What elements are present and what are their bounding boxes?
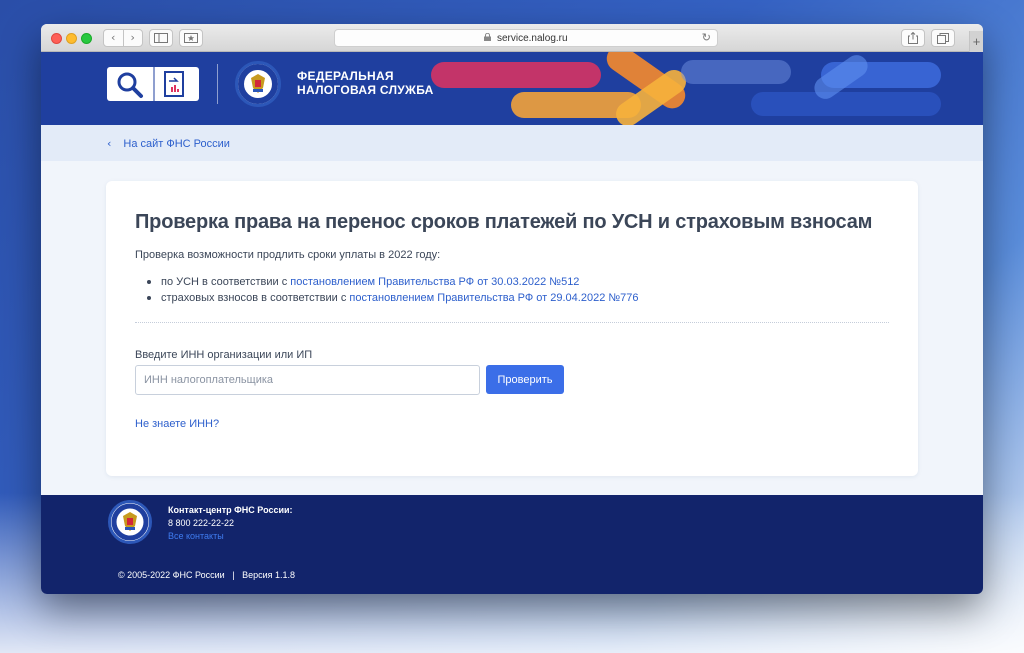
- lock-icon: [484, 32, 494, 43]
- reload-icon[interactable]: ↻: [702, 30, 711, 46]
- check-form-card: Проверка права на перенос сроков платеже…: [106, 181, 918, 476]
- share-button[interactable]: [901, 29, 925, 47]
- browser-toolbar: ‹ › service.nalog.ru ↻ +: [41, 24, 983, 52]
- regulation-776-link[interactable]: постановлением Правительства РФ от 29.04…: [349, 292, 638, 304]
- search-document-icon: [117, 67, 184, 101]
- site-footer: Контакт-центр ФНС России: 8 800 222-22-2…: [41, 495, 983, 594]
- org-name-line2: НАЛОГОВАЯ СЛУЖБА: [297, 83, 434, 97]
- url-text: service.nalog.ru: [496, 33, 568, 44]
- header-divider: [217, 64, 218, 104]
- back-link-label: На сайт ФНС России: [123, 138, 230, 150]
- star-icon: [184, 33, 198, 43]
- history-nav: ‹ ›: [103, 29, 143, 47]
- regulation-list: по УСН в соответствии с постановлением П…: [147, 274, 639, 306]
- footer-separator: |: [232, 570, 235, 580]
- chevron-left-icon: ‹: [107, 137, 112, 150]
- list-item-text: по УСН в соответствии с: [161, 276, 291, 288]
- browser-window: ‹ › service.nalog.ru ↻ + ФЕДЕРАЛЬНАЯ НАЛ…: [41, 24, 983, 594]
- new-tab-button[interactable]: +: [969, 31, 983, 52]
- all-contacts-link[interactable]: Все контакты: [168, 531, 224, 541]
- sidebar-icon: [154, 33, 168, 43]
- list-item-text: страховых взносов в соответствии с: [161, 292, 350, 304]
- header-decoration: [431, 52, 941, 125]
- inn-field-label: Введите ИНН организации или ИП: [135, 349, 313, 361]
- page-title: Проверка права на перенос сроков платеже…: [135, 211, 873, 233]
- section-divider: [135, 322, 889, 323]
- minimize-window-button[interactable]: [66, 33, 77, 44]
- forgot-inn-link[interactable]: Не знаете ИНН?: [135, 418, 219, 430]
- bookmarks-button[interactable]: [179, 29, 203, 47]
- back-to-fns-link[interactable]: ‹ На сайт ФНС России: [107, 125, 230, 163]
- intro-text: Проверка возможности продлить сроки упла…: [135, 249, 441, 261]
- inn-input[interactable]: [135, 365, 480, 395]
- list-item: по УСН в соответствии с постановлением П…: [147, 274, 639, 290]
- sidebar-toggle-button[interactable]: [149, 29, 173, 47]
- service-logo[interactable]: [107, 67, 199, 101]
- footer-meta: © 2005-2022 ФНС России | Версия 1.1.8: [118, 570, 295, 580]
- site-header: ФЕДЕРАЛЬНАЯ НАЛОГОВАЯ СЛУЖБА: [41, 52, 983, 125]
- contact-center-title: Контакт-центр ФНС России:: [168, 505, 293, 515]
- regulation-512-link[interactable]: постановлением Правительства РФ от 30.03…: [290, 276, 579, 288]
- tab-overview-button[interactable]: [931, 29, 955, 47]
- zoom-window-button[interactable]: [81, 33, 92, 44]
- share-icon: [908, 31, 918, 44]
- org-name-line1: ФЕДЕРАЛЬНАЯ: [297, 69, 394, 83]
- version-text: Версия 1.1.8: [242, 570, 295, 580]
- forward-arrow-icon[interactable]: ›: [122, 30, 143, 46]
- copyright-text: © 2005-2022 ФНС России: [118, 570, 225, 580]
- address-bar[interactable]: service.nalog.ru ↻: [334, 29, 718, 47]
- contact-phone[interactable]: 8 800 222-22-22: [168, 518, 234, 528]
- fns-emblem-icon: [108, 500, 152, 544]
- close-window-button[interactable]: [51, 33, 62, 44]
- org-name: ФЕДЕРАЛЬНАЯ НАЛОГОВАЯ СЛУЖБА: [297, 69, 434, 97]
- fns-emblem-icon: [235, 61, 281, 107]
- check-button[interactable]: Проверить: [486, 365, 564, 394]
- back-arrow-icon[interactable]: ‹: [104, 30, 123, 46]
- tabs-icon: [937, 33, 949, 44]
- breadcrumb: ‹ На сайт ФНС России: [41, 125, 983, 161]
- list-item: страховых взносов в соответствии с поста…: [147, 290, 639, 306]
